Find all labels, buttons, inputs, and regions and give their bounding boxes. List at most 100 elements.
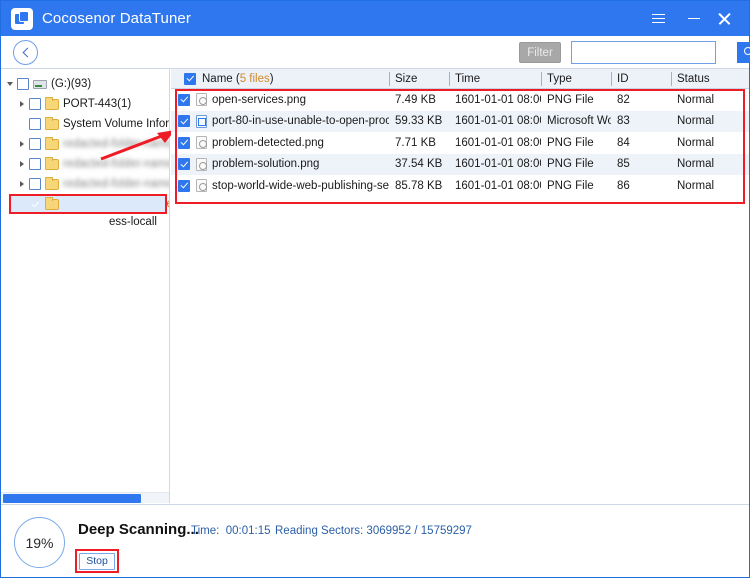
expand-collapse-icon[interactable] xyxy=(3,74,17,94)
file-list-header: Name ( 5 files ) Size Time Type ID Statu… xyxy=(171,69,749,89)
tree-node-selected[interactable]: port-80-in-use-unable-to-ope xyxy=(1,194,169,214)
png-file-icon xyxy=(196,136,207,150)
expand-collapse-icon[interactable] xyxy=(15,174,29,194)
cell-time: 1601-01-01 08:00:00 xyxy=(455,115,541,128)
tree-node-checkbox[interactable] xyxy=(17,78,29,90)
folder-icon xyxy=(45,96,59,110)
cell-name: port-80-in-use-unable-to-open-process-wi… xyxy=(171,111,389,133)
folder-icon xyxy=(45,116,59,130)
tree-node-checkbox[interactable] xyxy=(29,98,41,110)
sectors-value: 3069952 / 15759297 xyxy=(366,525,472,537)
cell-size: 37.54 KB xyxy=(395,158,443,171)
partial-folder-label-overlay: ess-locall xyxy=(109,216,157,228)
toolbar: Filter xyxy=(1,36,750,69)
file-name: problem-solution.png xyxy=(212,158,320,171)
reading-sectors: Reading Sectors: 3069952 / 15759297 xyxy=(275,525,472,537)
cell-name: problem-solution.png xyxy=(171,154,389,176)
close-icon[interactable] xyxy=(709,1,739,36)
cell-size: 59.33 KB xyxy=(395,115,443,128)
progress-percent: 19% xyxy=(25,534,54,551)
tree-node[interactable]: redacted-folder-name-two xyxy=(1,154,169,174)
cell-size: 7.49 KB xyxy=(395,93,436,106)
column-header-type[interactable]: Type xyxy=(541,69,611,89)
title-bar: Cocosenor DataTuner xyxy=(1,1,749,36)
tree-node-checkbox[interactable] xyxy=(29,118,41,130)
column-header-id[interactable]: ID xyxy=(611,69,671,89)
cell-id: 86 xyxy=(617,179,630,192)
time-label: Time: xyxy=(191,525,220,537)
column-header-name-prefix: Name ( xyxy=(202,72,240,85)
folder-icon xyxy=(45,156,59,170)
expand-collapse-icon[interactable] xyxy=(15,134,29,154)
tree-node[interactable]: System Volume Information(2) xyxy=(1,114,169,134)
table-row[interactable]: open-services.png 7.49 KB 1601-01-01 08:00… xyxy=(171,89,749,111)
filter-button[interactable]: Filter xyxy=(519,42,561,63)
cell-type: PNG File xyxy=(547,158,594,171)
png-file-icon xyxy=(196,93,207,107)
file-name: open-services.png xyxy=(212,93,306,106)
file-name: problem-detected.png xyxy=(212,136,324,149)
cell-size: 7.71 KB xyxy=(395,136,436,149)
select-all-checkbox[interactable] xyxy=(184,72,196,85)
cell-time: 1601-01-01 08:00:00 xyxy=(455,179,541,192)
cell-time: 1601-01-01 08:00:00 xyxy=(455,158,541,171)
tree-node-checkbox[interactable] xyxy=(29,138,41,150)
drive-icon xyxy=(33,79,47,89)
png-file-icon xyxy=(196,179,207,193)
row-checkbox[interactable] xyxy=(178,115,190,128)
sectors-label: Reading Sectors: xyxy=(275,525,364,537)
table-row[interactable]: problem-solution.png 37.54 KB 1601-01-01 0… xyxy=(171,153,749,176)
tree-node-checkbox[interactable] xyxy=(29,178,41,190)
tree-node[interactable]: PORT-443(1) xyxy=(1,94,169,114)
stop-button[interactable]: Stop xyxy=(79,552,115,570)
tree-node[interactable]: redacted-folder-name-three xyxy=(1,174,169,194)
folder-icon xyxy=(45,176,59,190)
file-name: port-80-in-use-unable-to-open-process-wi… xyxy=(212,115,389,128)
table-row[interactable]: problem-detected.png 7.71 KB 1601-01-01 08… xyxy=(171,132,749,154)
tree-node-label: redacted-folder-name-one xyxy=(63,138,169,150)
row-checkbox[interactable] xyxy=(178,179,190,192)
minimize-icon[interactable] xyxy=(679,1,709,36)
cell-status: Normal xyxy=(677,158,715,171)
column-header-time[interactable]: Time xyxy=(449,69,541,89)
row-checkbox[interactable] xyxy=(178,158,190,171)
tree-node[interactable]: (G:)(93) xyxy=(1,74,169,94)
search-button[interactable] xyxy=(737,42,750,63)
search-icon xyxy=(744,46,750,59)
tree-node-checkbox[interactable] xyxy=(29,158,41,170)
search-input[interactable] xyxy=(572,42,737,63)
row-checkbox[interactable] xyxy=(178,93,190,106)
back-button[interactable] xyxy=(13,40,38,65)
folder-tree-panel: (G:)(93) PORT-443(1) System Volume Informa… xyxy=(1,69,170,503)
folder-tree: (G:)(93) PORT-443(1) System Volume Informa… xyxy=(1,69,169,214)
column-header-name[interactable]: Name ( 5 files ) xyxy=(171,69,389,89)
column-header-size[interactable]: Size xyxy=(389,69,449,89)
tree-node-label: System Volume Information(2) xyxy=(63,118,170,130)
cell-name: stop-world-wide-web-publishing-service.P… xyxy=(171,175,389,197)
expand-collapse-icon[interactable] xyxy=(15,94,29,114)
application-window: Cocosenor DataTuner Filter (G:)(93) PORT… xyxy=(0,0,750,578)
expand-collapse-icon[interactable] xyxy=(15,154,29,174)
row-checkbox[interactable] xyxy=(178,136,190,149)
tree-node-label: PORT-443(1) xyxy=(63,98,132,110)
folder-icon xyxy=(45,136,59,150)
cell-status: Normal xyxy=(677,93,715,106)
folder-icon xyxy=(45,196,59,210)
cell-type: Microsoft Wo xyxy=(547,115,611,128)
tree-node[interactable]: redacted-folder-name-one xyxy=(1,134,169,154)
table-row[interactable]: stop-world-wide-web-publishing-service.P… xyxy=(171,175,749,197)
hamburger-menu-icon[interactable] xyxy=(643,1,673,36)
cell-name: problem-detected.png xyxy=(171,132,389,154)
table-row[interactable]: port-80-in-use-unable-to-open-process-wi… xyxy=(171,110,749,133)
search-box xyxy=(571,41,750,64)
cell-status: Normal xyxy=(677,179,715,192)
horizontal-scrollbar[interactable] xyxy=(1,492,169,503)
scrollbar-thumb[interactable] xyxy=(3,494,141,503)
cell-type: PNG File xyxy=(547,136,594,149)
cell-status: Normal xyxy=(677,136,715,149)
scan-state-label: Deep Scanning... xyxy=(78,521,199,538)
column-header-status[interactable]: Status xyxy=(671,69,749,89)
cell-size: 85.78 KB xyxy=(395,179,443,192)
app-logo-icon xyxy=(11,7,33,30)
